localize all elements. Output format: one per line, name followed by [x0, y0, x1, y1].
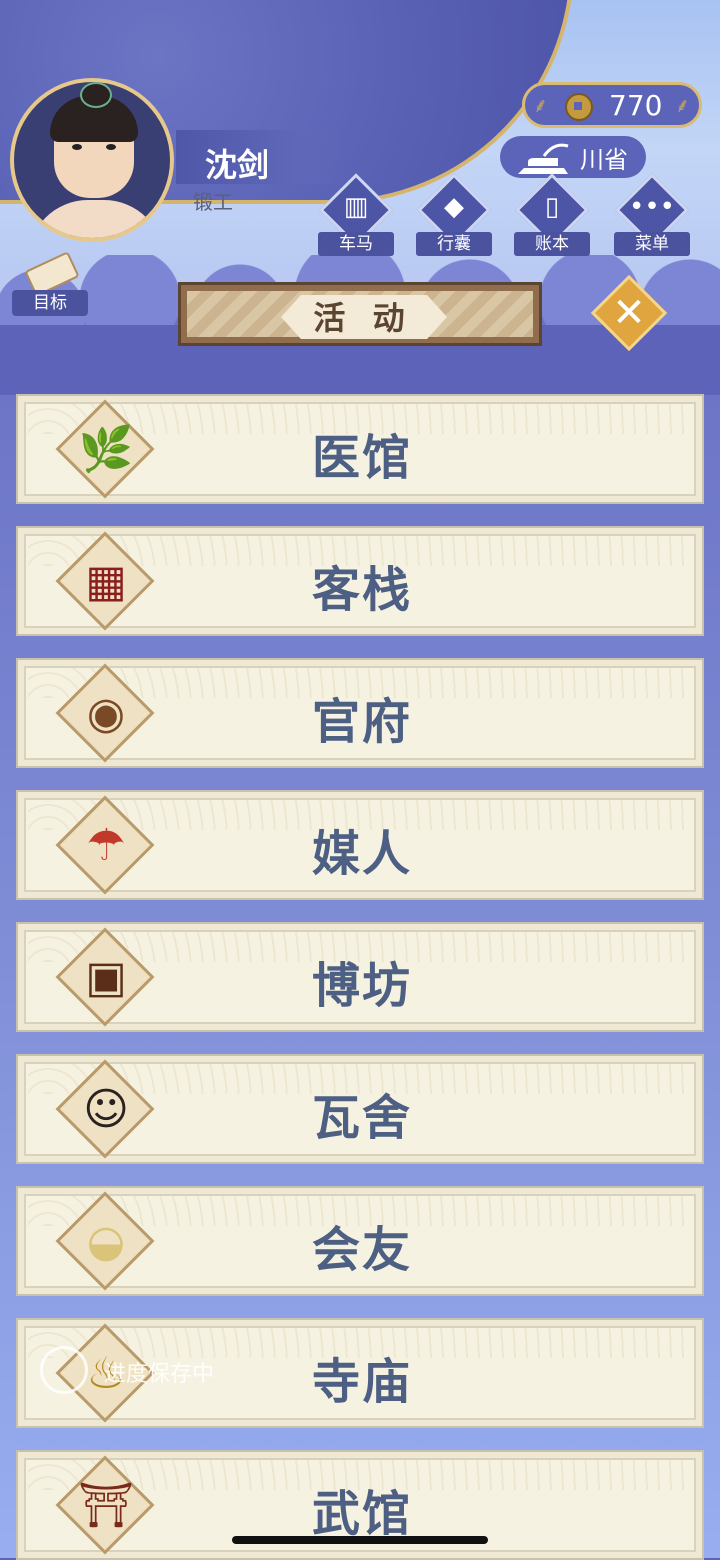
nav-carriage-label: 车马	[318, 232, 394, 256]
carriage-icon: ▥	[343, 192, 369, 222]
activity-item-meet-friends[interactable]: ◒ 会友	[16, 1186, 704, 1296]
bamboo-left-icon: ⸙	[533, 93, 548, 117]
copper-coin-icon	[565, 93, 593, 121]
nav-ledger-button[interactable]: ▯ 账本	[512, 173, 592, 256]
close-icon[interactable]: ✕	[602, 286, 656, 340]
goal-button[interactable]: 目标	[12, 251, 88, 316]
bundle-icon: ◆	[444, 192, 464, 222]
nav-bundle-label: 行囊	[416, 232, 492, 256]
activity-label: 会友	[311, 1222, 412, 1278]
iron-anvil-icon	[518, 143, 569, 174]
player-name: 沈剑	[205, 146, 270, 184]
avatar-topknot	[80, 82, 112, 108]
activity-label: 媒人	[311, 826, 412, 882]
bamboo-right-icon: ⸙	[675, 93, 690, 117]
player-avatar[interactable]	[10, 78, 174, 242]
saving-toast: 进度保存中	[40, 1346, 240, 1394]
activity-label: 博坊	[311, 958, 412, 1014]
panel-title: 活 动	[313, 299, 413, 337]
activity-item-matchmaker[interactable]: ☂ 媒人	[16, 790, 704, 900]
activity-label: 客栈	[311, 562, 412, 618]
activity-label: 武馆	[311, 1486, 412, 1542]
saving-text: 进度保存中	[104, 1362, 215, 1387]
activity-item-inn[interactable]: ▦ 客栈	[16, 526, 704, 636]
more-icon: •••	[628, 192, 675, 222]
nav-menu-button[interactable]: ••• 菜单	[612, 173, 692, 256]
activity-item-gambling-house[interactable]: ▣ 博坊	[16, 922, 704, 1032]
currency-value: 770	[609, 89, 663, 122]
player-profession: 锻工	[193, 190, 233, 214]
activity-item-theater[interactable]: ☺ 瓦舍	[16, 1054, 704, 1164]
activity-item-clinic[interactable]: 🌿 医馆	[16, 394, 704, 504]
region-badge[interactable]: 川省	[500, 136, 646, 178]
nav-carriage-button[interactable]: ▥ 车马	[316, 173, 396, 256]
ledger-icon: ▯	[544, 192, 560, 222]
avatar-body	[28, 200, 164, 238]
nav-menu-label: 菜单	[614, 232, 690, 256]
currency-display[interactable]: ⸙ 770 ⸙	[522, 82, 702, 128]
spinner-icon	[40, 1346, 88, 1394]
panel-title-frame: 活 动	[178, 282, 542, 346]
avatar-left-eye	[72, 144, 82, 150]
activity-label: 瓦舍	[311, 1090, 412, 1146]
nav-ledger-label: 账本	[514, 232, 590, 256]
goal-label: 目标	[12, 290, 88, 316]
nav-bundle-button[interactable]: ◆ 行囊	[414, 173, 494, 256]
activity-label: 医馆	[311, 430, 412, 486]
region-label: 川省	[580, 146, 628, 174]
avatar-right-eye	[106, 144, 116, 150]
activity-label: 官府	[311, 694, 412, 750]
activity-item-government[interactable]: ◉ 官府	[16, 658, 704, 768]
home-indicator[interactable]	[232, 1536, 488, 1544]
